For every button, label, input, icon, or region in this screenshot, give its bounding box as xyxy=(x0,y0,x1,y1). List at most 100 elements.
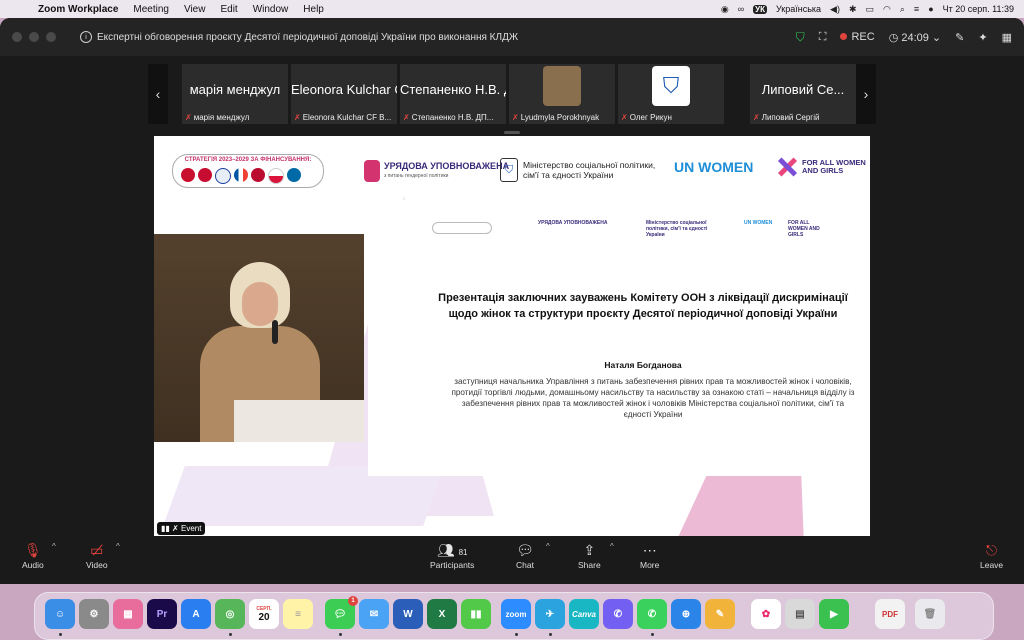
participant-tile[interactable]: ⛉ ✗ Олег Рикун xyxy=(618,64,724,124)
control-center-icon[interactable]: ≡ xyxy=(914,4,919,14)
numbers-icon[interactable]: ▮▮ xyxy=(461,599,491,629)
facetime-icon[interactable]: ▶ xyxy=(819,599,849,629)
menu-view[interactable]: View xyxy=(184,4,206,15)
pages-icon[interactable]: ✎ xyxy=(705,599,735,629)
excel-icon[interactable]: X xyxy=(427,599,457,629)
zoom-app-icon[interactable]: zoom xyxy=(501,599,531,629)
notes-icon[interactable]: ≡ xyxy=(283,599,313,629)
battery-icon[interactable]: ▭ xyxy=(866,4,875,15)
share-options-caret-icon[interactable]: ^ xyxy=(610,542,614,551)
speaker-name: Наталя Богданова xyxy=(604,360,682,370)
more-button[interactable]: ⋯ More xyxy=(640,542,659,570)
chat-icon: 💬︎ xyxy=(516,542,534,558)
volume-icon[interactable]: ◀) xyxy=(830,4,840,15)
whatsapp-icon[interactable]: ✆ xyxy=(637,599,667,629)
wifi-icon[interactable]: ◠ xyxy=(883,4,891,15)
video-options-caret-icon[interactable]: ^ xyxy=(116,542,120,551)
creative-cloud-icon[interactable]: ∞ xyxy=(738,4,744,14)
encryption-shield-icon[interactable]: ⛉ xyxy=(796,30,805,45)
minimize-window-button[interactable] xyxy=(29,32,39,42)
menubar-clock[interactable]: Чт 20 серп. 11:39 xyxy=(943,4,1014,14)
donor-flags xyxy=(181,168,301,184)
strip-prev-arrow[interactable]: ‹ xyxy=(148,64,168,124)
window-controls xyxy=(12,32,56,42)
participant-tile[interactable]: Eleonora Kulchar CF B... ✗Eleonora Kulch… xyxy=(291,64,397,124)
canva-icon[interactable]: Canva xyxy=(569,599,599,629)
system-settings-icon[interactable]: ⚙ xyxy=(79,599,109,629)
participant-tile[interactable]: ✗ Lyudmyla Porokhnyak xyxy=(509,64,615,124)
mini-commissioner-logo: УРЯДОВА УПОВНОВАЖЕНА xyxy=(538,220,608,226)
gallery-view-icon[interactable]: ▦ xyxy=(1002,31,1012,44)
participant-tile[interactable]: Липовий Се... ✗ Липовий Сергій xyxy=(750,64,856,124)
share-button[interactable]: ⇪ Share ^ xyxy=(578,542,614,570)
chat-options-caret-icon[interactable]: ^ xyxy=(546,542,550,551)
video-button[interactable]: ▭̸ Video ^ xyxy=(86,542,120,570)
running-indicator xyxy=(59,633,62,636)
close-window-button[interactable] xyxy=(12,32,22,42)
leave-icon: ⎋ xyxy=(986,542,998,558)
ai-companion-icon[interactable]: ✦ xyxy=(978,31,987,44)
meeting-title: Експертні обговорення проєкту Десятої пе… xyxy=(97,31,519,43)
strip-next-arrow[interactable]: › xyxy=(856,64,876,124)
launchpad-icon[interactable]: ▦ xyxy=(113,599,143,629)
more-dots-icon: ⋯ xyxy=(642,542,657,558)
recording-indicator[interactable]: REC xyxy=(840,31,875,43)
view-switch-icon[interactable]: ⛶ xyxy=(819,31,827,44)
calendar-icon[interactable]: СЕРП. 20 xyxy=(249,599,279,629)
app-store-icon[interactable]: A xyxy=(181,599,211,629)
preview-icon[interactable]: ▤ xyxy=(785,599,815,629)
participant-label: ✗ марія менджул xyxy=(185,113,250,122)
chrome-icon[interactable]: ◎ xyxy=(215,599,245,629)
mini-forall-logo: FOR ALL WOMEN AND GIRLS xyxy=(788,220,820,238)
trash-icon[interactable]: 🗑︎ xyxy=(915,599,945,629)
slide-mini-logos: УРЯДОВА УПОВНОВАЖЕНА Міністерство соціал… xyxy=(432,220,832,238)
siri-icon[interactable]: ● xyxy=(928,4,933,14)
audio-options-caret-icon[interactable]: ^ xyxy=(52,542,56,551)
menu-help[interactable]: Help xyxy=(303,4,324,15)
participant-tile[interactable]: марія менджул ✗ марія менджул xyxy=(182,64,288,124)
audio-button[interactable]: 🎙︎ Audio ^ xyxy=(22,542,56,570)
share-screen-icon: ⇪ xyxy=(583,542,596,558)
pdf-document-icon[interactable]: PDF xyxy=(875,599,905,629)
viber-icon[interactable]: ✆ xyxy=(603,599,633,629)
macos-menubar: Zoom Workplace Meeting View Edit Window … xyxy=(0,0,1024,18)
strip-resize-handle[interactable] xyxy=(504,131,520,134)
participant-name-large: Eleonora Kulchar CF B... xyxy=(291,82,397,97)
safari-icon[interactable]: ⊕ xyxy=(671,599,701,629)
finder-icon[interactable]: ☺ xyxy=(45,599,75,629)
zoom-status-icon[interactable]: ◉ xyxy=(721,4,729,15)
messages-icon[interactable]: 💬︎ 1 xyxy=(325,596,358,629)
zoom-window-button[interactable] xyxy=(46,32,56,42)
mini-ministry-logo: Міністерство соціальної політики, сім'ї … xyxy=(646,220,708,238)
mail-icon[interactable]: ✉ xyxy=(359,599,389,629)
meeting-info-icon[interactable]: i xyxy=(80,31,92,43)
running-indicator xyxy=(651,633,654,636)
timer-value: 24:09 xyxy=(901,31,929,44)
participant-strip: ‹ марія менджул ✗ марія менджул Eleonora … xyxy=(148,64,876,124)
participant-tile[interactable]: Степаненко Н.В. ДП... ✗Степаненко Н.В. Д… xyxy=(400,64,506,124)
menu-app-name[interactable]: Zoom Workplace xyxy=(38,4,118,15)
photos-icon[interactable]: ✿ xyxy=(751,599,781,629)
keyboard-layout-label[interactable]: Українська xyxy=(776,4,821,14)
bluetooth-icon[interactable]: ✱ xyxy=(849,4,857,15)
trident-crest-icon: ⛉ xyxy=(500,158,518,182)
muted-mic-icon: ✗ xyxy=(294,113,301,122)
for-all-women-logo: FOR ALL WOMEN AND GIRLS xyxy=(776,156,870,178)
participants-icon: 👥︎ 81 xyxy=(436,542,468,558)
running-indicator xyxy=(549,633,552,636)
telegram-icon[interactable]: ✈ xyxy=(535,599,565,629)
menu-window[interactable]: Window xyxy=(253,4,289,15)
meeting-timer[interactable]: ◷ 24:09 ⌄ xyxy=(889,31,941,44)
participants-button[interactable]: 👥︎ 81 Participants xyxy=(430,542,474,570)
menu-meeting[interactable]: Meeting xyxy=(133,4,169,15)
spotlight-search-icon[interactable]: ⌕ xyxy=(900,4,905,15)
leave-button[interactable]: ⎋ Leave xyxy=(980,542,1003,570)
premiere-pro-icon[interactable]: Pr xyxy=(147,599,177,629)
input-source-badge[interactable]: УК xyxy=(753,4,767,14)
chat-button[interactable]: 💬︎ Chat ^ xyxy=(516,542,550,570)
word-icon[interactable]: W xyxy=(393,599,423,629)
participant-photo xyxy=(543,66,581,106)
commissioner-logo: УРЯДОВА УПОВНОВАЖЕНА з питань гендерної п… xyxy=(364,160,509,182)
annotate-icon[interactable]: ✎ xyxy=(955,31,964,44)
menu-edit[interactable]: Edit xyxy=(220,4,237,15)
